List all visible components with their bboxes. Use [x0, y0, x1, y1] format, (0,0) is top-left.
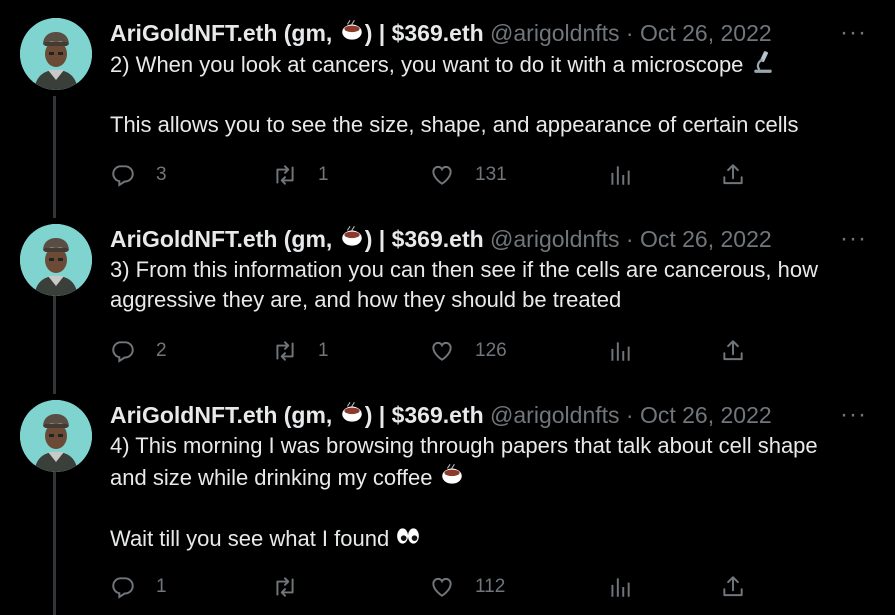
separator: ·: [625, 226, 634, 252]
tweet-header: AriGoldNFT.eth (gm, ) | $369.eth @arigol…: [110, 18, 875, 48]
reply-count: 1: [156, 576, 167, 597]
retweet-icon: [272, 162, 298, 188]
retweet-count: 1: [318, 340, 329, 361]
like-button[interactable]: 112: [429, 572, 505, 602]
reply-count: 2: [156, 340, 167, 361]
analytics-icon: [607, 338, 633, 364]
share-icon: [720, 338, 746, 364]
tweet-text-line: and size while drinking my coffee: [110, 462, 875, 493]
author-name[interactable]: AriGoldNFT.eth (gm, ) | $369.eth: [110, 402, 484, 428]
reply-button[interactable]: 3: [110, 160, 167, 190]
analytics-icon: [607, 162, 633, 188]
retweet-button[interactable]: 1: [272, 160, 329, 190]
separator: ·: [625, 402, 634, 428]
like-count: 131: [475, 164, 507, 185]
like-count: 126: [475, 340, 507, 361]
author-name[interactable]: AriGoldNFT.eth (gm, ) | $369.eth: [110, 226, 484, 252]
microscope-emoji-icon: [750, 49, 776, 75]
share-icon: [720, 162, 746, 188]
author-handle[interactable]: @arigoldnfts: [490, 402, 619, 428]
coffee-emoji-icon: [339, 400, 365, 426]
thread: AriGoldNFT.eth (gm, ) | $369.eth @arigol…: [0, 0, 895, 615]
tweet-date[interactable]: Oct 26, 2022: [640, 402, 772, 428]
separator: ·: [625, 20, 634, 46]
author-name[interactable]: AriGoldNFT.eth (gm, ) | $369.eth: [110, 20, 484, 46]
like-button[interactable]: 126: [429, 336, 507, 366]
reply-icon: [110, 574, 136, 600]
reply-icon: [110, 338, 136, 364]
analytics-button[interactable]: [607, 336, 633, 366]
coffee-emoji-icon: [339, 18, 365, 44]
thread-line: [53, 468, 56, 615]
tweet-actions: 2 1 126: [110, 336, 760, 366]
thread-line: [53, 96, 56, 218]
tweet-date[interactable]: Oct 26, 2022: [640, 20, 772, 46]
tweet-text-paragraph: This allows you to see the size, shape, …: [110, 112, 799, 137]
like-icon: [429, 338, 455, 364]
coffee-emoji-icon: [439, 462, 465, 488]
tweet-date[interactable]: Oct 26, 2022: [640, 226, 772, 252]
like-button[interactable]: 131: [429, 160, 507, 190]
retweet-button[interactable]: 1: [272, 336, 329, 366]
reply-button[interactable]: 2: [110, 336, 167, 366]
tweet-header: AriGoldNFT.eth (gm, ) | $369.eth @arigol…: [110, 400, 875, 430]
retweet-icon: [272, 574, 298, 600]
like-icon: [429, 162, 455, 188]
coffee-emoji-icon: [339, 224, 365, 250]
tweet-text: 3) From this information you can then se…: [110, 257, 819, 312]
analytics-icon: [607, 574, 633, 600]
reply-icon: [110, 162, 136, 188]
retweet-icon: [272, 338, 298, 364]
eyes-emoji-icon: [395, 523, 421, 549]
like-icon: [429, 574, 455, 600]
share-button[interactable]: [720, 336, 746, 366]
share-button[interactable]: [720, 572, 746, 602]
tweet-text: 2) When you look at cancers, you want to…: [110, 49, 875, 80]
tweet-actions: 1 112: [110, 572, 760, 602]
thread-line: [53, 292, 56, 394]
like-count: 112: [475, 576, 506, 597]
reply-button[interactable]: 1: [110, 572, 167, 602]
share-icon: [720, 574, 746, 600]
retweet-button[interactable]: [272, 572, 318, 602]
tweet-text-line: 4) This morning I was browsing through p…: [110, 433, 818, 458]
retweet-count: 1: [318, 164, 329, 185]
analytics-button[interactable]: [607, 160, 633, 190]
avatar[interactable]: [20, 224, 92, 296]
analytics-button[interactable]: [607, 572, 633, 602]
tweet-text-paragraph: Wait till you see what I found: [110, 523, 875, 554]
tweet-actions: 3 1 131: [110, 160, 760, 190]
avatar[interactable]: [20, 18, 92, 90]
tweet-header: AriGoldNFT.eth (gm, ) | $369.eth @arigol…: [110, 224, 875, 254]
author-handle[interactable]: @arigoldnfts: [490, 226, 619, 252]
share-button[interactable]: [720, 160, 746, 190]
reply-count: 3: [156, 164, 167, 185]
more-options-button[interactable]: ···: [840, 400, 867, 430]
avatar[interactable]: [20, 400, 92, 472]
author-handle[interactable]: @arigoldnfts: [490, 20, 619, 46]
more-options-button[interactable]: ···: [840, 18, 867, 48]
more-options-button[interactable]: ···: [840, 224, 867, 254]
